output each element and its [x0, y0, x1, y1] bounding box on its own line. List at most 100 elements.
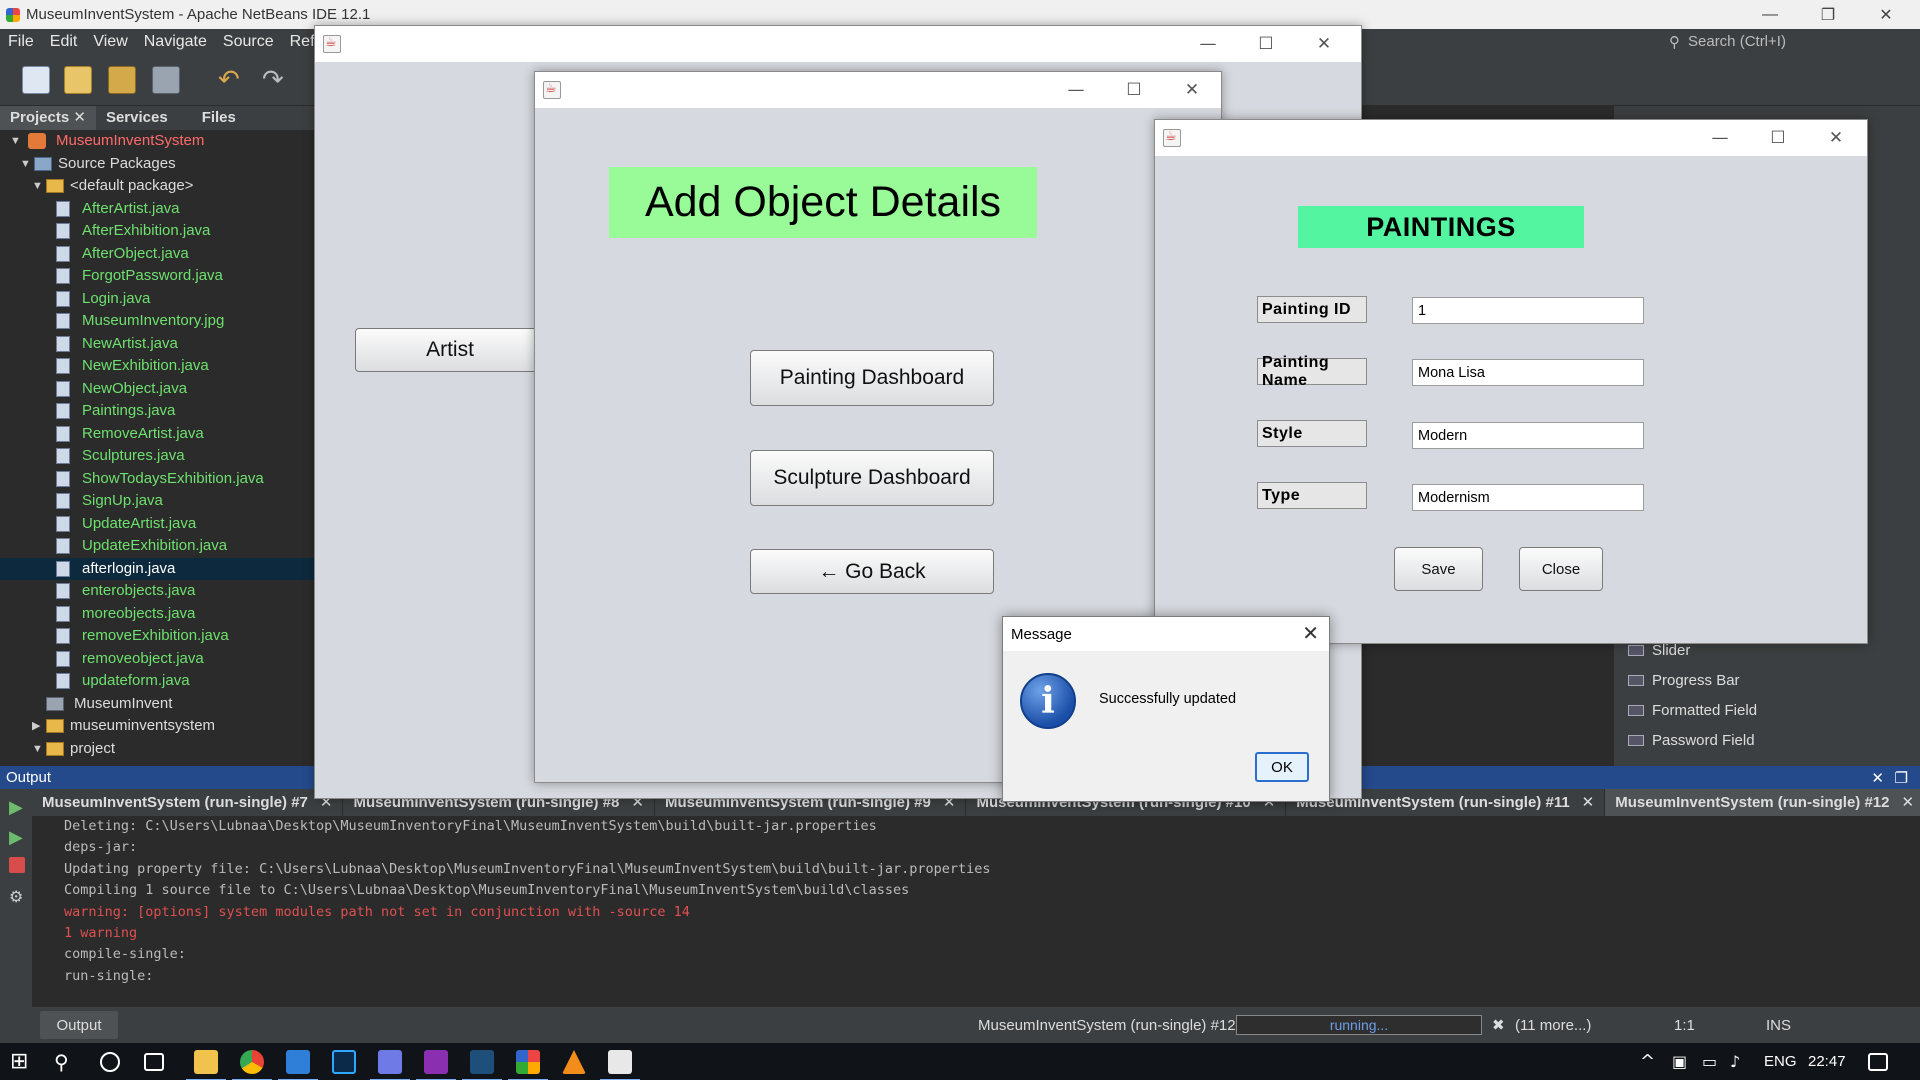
- save-button[interactable]: Save: [1394, 547, 1483, 591]
- output-close-icon[interactable]: ✕: [1871, 769, 1884, 787]
- tree-file[interactable]: ForgotPassword.java: [0, 265, 314, 288]
- search-icon[interactable]: ⚲: [54, 1050, 78, 1074]
- tree-file[interactable]: Login.java: [0, 288, 314, 311]
- tree-file[interactable]: enterobjects.java: [0, 580, 314, 603]
- chrome-icon[interactable]: [232, 1050, 272, 1080]
- save-all-icon[interactable]: [152, 66, 180, 94]
- settings-icon[interactable]: ⚙: [9, 887, 25, 906]
- collapse-arrow-icon[interactable]: ▶: [32, 715, 46, 738]
- ide-search[interactable]: ⚲ Search (Ctrl+I): [1669, 31, 1904, 52]
- tree-package-project[interactable]: ▼ project: [0, 738, 314, 761]
- tree-file[interactable]: MuseumInventory.jpg: [0, 310, 314, 333]
- maximize-button[interactable]: ☐: [1243, 26, 1289, 62]
- netbeans-taskbar-icon[interactable]: [508, 1050, 548, 1080]
- photoshop-icon[interactable]: [332, 1050, 356, 1074]
- expand-arrow-icon[interactable]: ▼: [32, 738, 46, 761]
- tree-project-root[interactable]: ▼ MuseumInventSystem: [0, 130, 314, 153]
- mail-icon[interactable]: [278, 1050, 318, 1080]
- tree-file[interactable]: removeExhibition.java: [0, 625, 314, 648]
- tree-file[interactable]: moreobjects.java: [0, 603, 314, 626]
- windows-start-icon[interactable]: ⊞: [10, 1050, 34, 1074]
- tree-file[interactable]: AfterExhibition.java: [0, 220, 314, 243]
- close-tab-icon[interactable]: ✕: [1901, 794, 1914, 811]
- output-restore-icon[interactable]: ❐: [1895, 769, 1908, 787]
- tree-package-museuminventsystem[interactable]: ▶ museuminventsystem: [0, 715, 314, 738]
- tree-file[interactable]: UpdateArtist.java: [0, 513, 314, 536]
- tree-file[interactable]: ShowTodaysExhibition.java: [0, 468, 314, 491]
- file-explorer-icon[interactable]: [186, 1050, 226, 1080]
- tab-files[interactable]: Files: [192, 106, 246, 130]
- ide-restore-button[interactable]: ❐: [1800, 0, 1856, 29]
- close-button[interactable]: ✕: [1813, 120, 1859, 156]
- output-tab[interactable]: MuseumInventSystem (run-single) #12 ✕: [1605, 789, 1920, 816]
- output-tab[interactable]: MuseumInventSystem (run-single) #7 ✕: [32, 789, 344, 816]
- palette-item-progress-bar[interactable]: Progress Bar: [1628, 668, 1740, 692]
- tab-services[interactable]: Services: [96, 106, 178, 130]
- tree-file[interactable]: NewExhibition.java: [0, 355, 314, 378]
- tree-file[interactable]: AfterArtist.java: [0, 198, 314, 221]
- java-taskbar-icon[interactable]: [600, 1050, 640, 1080]
- tree-file[interactable]: AfterObject.java: [0, 243, 314, 266]
- tab-projects[interactable]: Projects ✕: [0, 106, 96, 130]
- onenote-icon[interactable]: [416, 1050, 456, 1080]
- menu-view[interactable]: View: [85, 33, 135, 51]
- minimize-button[interactable]: —: [1185, 26, 1231, 62]
- discord-icon[interactable]: [370, 1050, 410, 1080]
- tree-source-packages[interactable]: ▼ Source Packages: [0, 153, 314, 176]
- painting-dashboard-button[interactable]: Painting Dashboard: [750, 350, 994, 406]
- tree-file[interactable]: Sculptures.java: [0, 445, 314, 468]
- maximize-button[interactable]: ☐: [1111, 72, 1157, 108]
- ide-minimize-button[interactable]: —: [1742, 0, 1798, 29]
- palette-item-password-field[interactable]: Password Field: [1628, 728, 1755, 752]
- artist-button[interactable]: Artist: [355, 328, 545, 372]
- cancel-task-icon[interactable]: ✖: [1492, 1007, 1505, 1043]
- painting-name-field[interactable]: Mona Lisa: [1412, 359, 1644, 386]
- undo-icon[interactable]: ↶: [218, 66, 246, 94]
- new-project-icon[interactable]: [64, 66, 92, 94]
- tree-file[interactable]: UpdateExhibition.java: [0, 535, 314, 558]
- device-icon[interactable]: ▣: [1672, 1050, 1696, 1074]
- cortana-icon[interactable]: [100, 1052, 120, 1072]
- close-tab-icon[interactable]: ✕: [1582, 794, 1595, 811]
- stop-icon[interactable]: [9, 857, 25, 873]
- rerun-with-params-icon[interactable]: ▶: [9, 827, 25, 848]
- maximize-button[interactable]: ☐: [1755, 120, 1801, 156]
- ok-button[interactable]: OK: [1255, 752, 1309, 782]
- palette-item-formatted-field[interactable]: Formatted Field: [1628, 698, 1757, 722]
- style-field[interactable]: Modern: [1412, 422, 1644, 449]
- tree-file[interactable]: Paintings.java: [0, 400, 314, 423]
- volume-icon[interactable]: ♪: [1730, 1050, 1754, 1074]
- menu-file[interactable]: File: [0, 33, 42, 51]
- type-field[interactable]: Modernism: [1412, 484, 1644, 511]
- tree-file[interactable]: afterlogin.java: [0, 557, 314, 580]
- expand-arrow-icon[interactable]: ▼: [20, 153, 34, 176]
- open-project-icon[interactable]: [108, 66, 136, 94]
- minimize-button[interactable]: —: [1697, 120, 1743, 156]
- rerun-icon[interactable]: ▶: [9, 797, 25, 818]
- menu-edit[interactable]: Edit: [42, 33, 86, 51]
- tree-file[interactable]: SignUp.java: [0, 490, 314, 513]
- painting-id-field[interactable]: 1: [1412, 297, 1644, 324]
- output-console[interactable]: Deleting: C:\Users\Lubnaa\Desktop\Museum…: [32, 816, 1920, 1007]
- task-view-icon[interactable]: [144, 1053, 164, 1071]
- new-file-icon[interactable]: [22, 66, 50, 94]
- notifications-icon[interactable]: [1868, 1053, 1888, 1071]
- vscode-icon[interactable]: [462, 1050, 502, 1080]
- tree-file[interactable]: NewArtist.java: [0, 333, 314, 356]
- close-form-button[interactable]: Close: [1519, 547, 1603, 591]
- status-output-tab[interactable]: Output: [40, 1011, 118, 1039]
- redo-icon[interactable]: ↷: [262, 66, 290, 94]
- language-indicator[interactable]: ENG: [1764, 1050, 1804, 1074]
- tree-file[interactable]: RemoveArtist.java: [0, 423, 314, 446]
- expand-arrow-icon[interactable]: ▼: [10, 130, 24, 153]
- ide-close-button[interactable]: ✕: [1858, 0, 1914, 29]
- tree-museuminvent-form[interactable]: MuseumInvent: [0, 693, 314, 716]
- menu-navigate[interactable]: Navigate: [136, 33, 215, 51]
- sculpture-dashboard-button[interactable]: Sculpture Dashboard: [750, 450, 994, 506]
- tree-file[interactable]: removeobject.java: [0, 648, 314, 671]
- menu-source[interactable]: Source: [215, 33, 282, 51]
- go-back-button[interactable]: ← Go Back: [750, 549, 994, 594]
- tree-default-package[interactable]: ▼ <default package>: [0, 175, 314, 198]
- expand-arrow-icon[interactable]: ▼: [32, 175, 46, 198]
- close-icon[interactable]: ✕: [1302, 621, 1319, 645]
